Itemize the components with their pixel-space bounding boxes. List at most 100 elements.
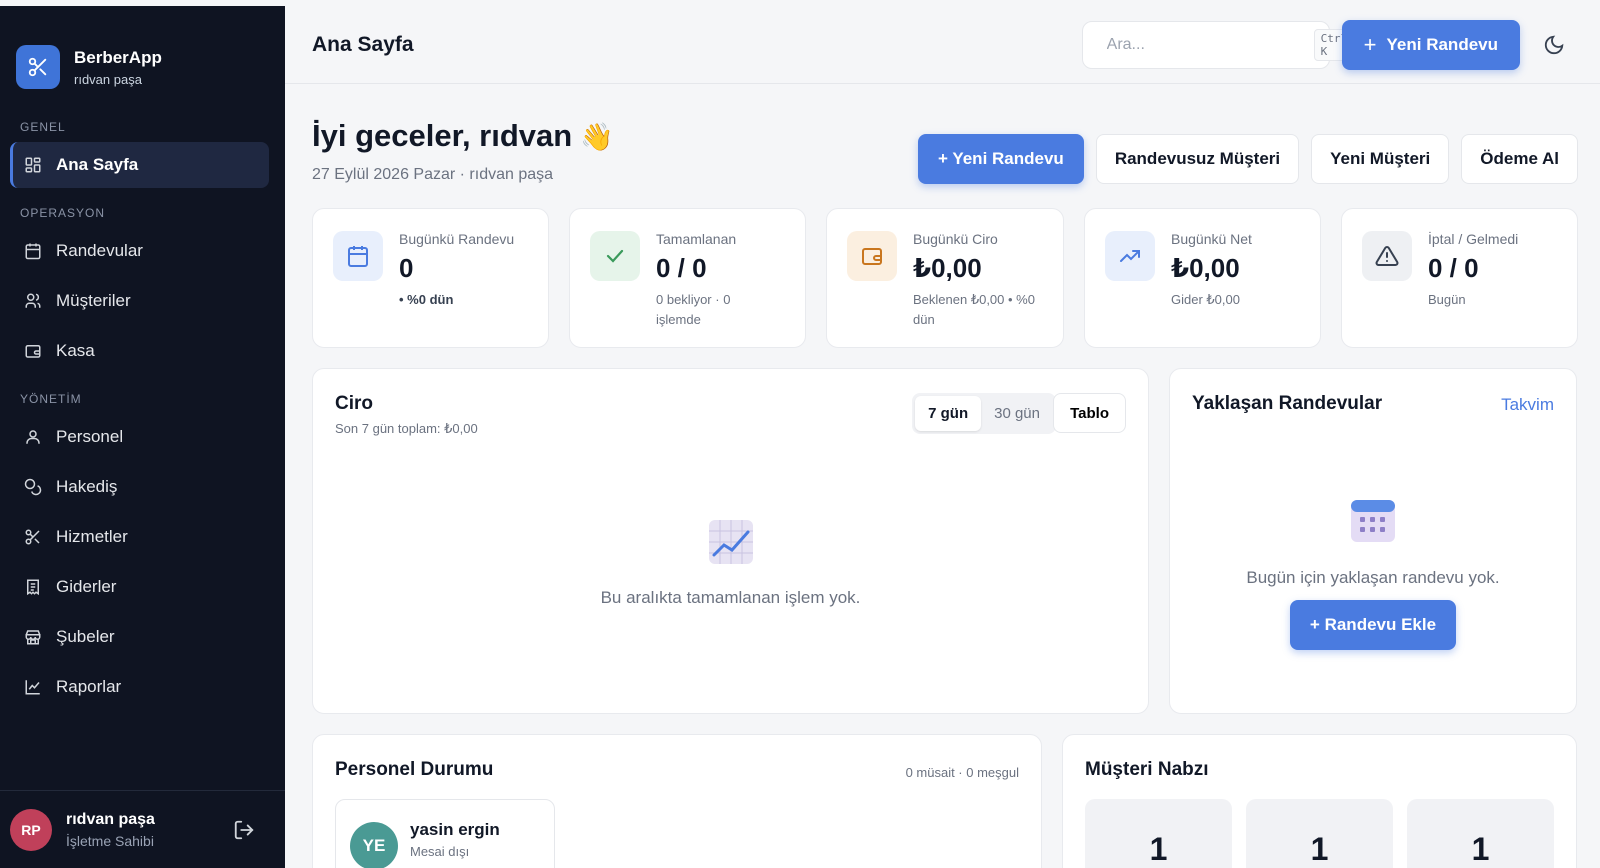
sidebar: BerberApp rıdvan paşa GENEL Ana Sayfa OP…	[0, 6, 285, 868]
sidebar-item-label: Giderler	[56, 577, 117, 596]
range-30-days-tab[interactable]: 30 gün	[981, 396, 1053, 431]
revenue-card: Ciro Son 7 gün toplam: ₺0,00 7 gün 30 gü…	[312, 368, 1149, 714]
stat-card-appointments: Bugünkü Randevu 0 • %0 dün	[312, 208, 549, 348]
customer-pulse-card: Müşteri Nabzı 1 1 1	[1062, 734, 1577, 868]
user-role: İşletme Sahibi	[66, 832, 154, 849]
sidebar-item-randevular[interactable]: Randevular	[10, 228, 269, 274]
sidebar-item-label: Hizmetler	[56, 527, 128, 546]
search-input[interactable]	[1106, 35, 1314, 54]
stat-card-revenue: Bugünkü Ciro ₺0,00 Beklenen ₺0,00 • %0 d…	[826, 208, 1064, 348]
main-content: İyi geceler, rıdvan 👋 27 Eylül 2026 Pazar…	[285, 84, 1600, 868]
scissors-logo-icon	[16, 45, 60, 89]
section-label-genel: GENEL	[20, 120, 66, 134]
section-label-operasyon: OPERASYON	[20, 206, 106, 220]
revenue-empty-text: Bu aralıkta tamamlanan işlem yok.	[600, 588, 861, 607]
avatar: YE	[350, 822, 398, 868]
users-icon	[25, 293, 41, 308]
logout-button[interactable]	[229, 815, 259, 845]
topbar: Ana Sayfa Ctrl K + Yeni Randevu	[285, 6, 1600, 84]
brand-subtitle: rıdvan paşa	[74, 71, 142, 87]
sidebar-item-label: Müşteriler	[56, 291, 131, 310]
stats-row: Bugünkü Randevu 0 • %0 dün Tamamlanan 0 …	[312, 208, 1578, 348]
calendar-icon	[25, 243, 41, 260]
user-name: rıdvan paşa	[66, 810, 155, 828]
new-appointment-button[interactable]: + Yeni Randevu	[1341, 19, 1520, 70]
logout-icon	[234, 820, 254, 839]
sidebar-item-label: Şubeler	[56, 627, 115, 646]
stat-card-completed: Tamamlanan 0 / 0 0 bekliyor · 0 işlemde	[569, 208, 806, 348]
sidebar-item-label: Hakediş	[56, 477, 118, 496]
sidebar-item-musteriler[interactable]: Müşteriler	[10, 278, 269, 324]
greeting-text: İyi geceler, rıdvan	[312, 118, 573, 153]
page-title: Ana Sayfa	[312, 32, 414, 56]
sidebar-item-label: Randevular	[56, 241, 143, 260]
pulse-title: Müşteri Nabzı	[1085, 759, 1209, 780]
stat-value: ₺0,00	[1171, 253, 1240, 283]
stat-sub: Gider ₺0,00	[1171, 292, 1240, 307]
stat-sub: Bugün	[1428, 292, 1466, 307]
check-icon	[590, 231, 640, 281]
upcoming-title: Yaklaşan Randevular	[1192, 393, 1383, 414]
staff-member[interactable]: YE yasin ergin Mesai dışı	[335, 799, 555, 868]
section-label-yonetim: YÖNETİM	[20, 392, 82, 406]
search-box[interactable]: Ctrl K	[1081, 20, 1355, 69]
sidebar-item-label: Personel	[56, 427, 124, 446]
walk-in-customer-button[interactable]: Randevusuz Müşteri	[1095, 134, 1300, 184]
plus-icon: +	[1363, 31, 1377, 57]
moon-icon	[1544, 35, 1564, 54]
wave-emoji-icon: 👋	[580, 122, 614, 152]
pulse-value: 1	[1246, 799, 1393, 868]
staff-status: Mesai dışı	[410, 844, 470, 859]
stat-label: Bugünkü Ciro	[913, 231, 998, 247]
staff-name: yasin ergin	[410, 820, 500, 839]
sidebar-item-hizmetler[interactable]: Hizmetler	[10, 514, 269, 560]
theme-toggle-button[interactable]	[1534, 25, 1574, 65]
stat-card-cancelled: İptal / Gelmedi 0 / 0 Bugün	[1341, 208, 1578, 348]
sidebar-item-subeler[interactable]: Şubeler	[10, 614, 269, 660]
upcoming-empty-text: Bugün için yaklaşan randevu yok.	[1246, 568, 1500, 587]
sidebar-item-label: Kasa	[56, 341, 95, 360]
greeting-subtitle: 27 Eylül 2026 Pazar · rıdvan paşa	[312, 166, 554, 183]
stat-sub: Beklenen ₺0,00 • %0 dün	[913, 292, 1035, 327]
brand-name: BerberApp	[74, 47, 162, 67]
take-payment-button[interactable]: Ödeme Al	[1461, 134, 1578, 184]
sidebar-item-hakedis[interactable]: Hakediş	[10, 464, 269, 510]
pulse-value: 1	[1407, 799, 1554, 868]
stat-value: ₺0,00	[913, 253, 982, 283]
store-icon	[25, 630, 41, 645]
staff-availability: 0 müsait · 0 meşgul	[905, 765, 1019, 780]
stat-card-net: Bugünkü Net ₺0,00 Gider ₺0,00	[1084, 208, 1321, 348]
scissors-icon	[25, 529, 40, 545]
stat-value: 0	[399, 253, 414, 283]
user-profile: RP rıdvan paşa İşletme Sahibi	[0, 790, 285, 868]
chart-line-icon	[25, 680, 40, 695]
grid-icon	[25, 157, 41, 173]
new-customer-button[interactable]: Yeni Müşteri	[1311, 134, 1450, 184]
brand[interactable]: BerberApp rıdvan paşa	[0, 6, 285, 106]
upcoming-empty-state: Bugün için yaklaşan randevu yok. + Rande…	[1170, 497, 1576, 650]
new-appointment-label: Yeni Randevu	[1386, 34, 1498, 54]
range-toggle: 7 gün 30 gün	[912, 393, 1056, 434]
trending-up-icon	[1105, 231, 1155, 281]
calendar-link[interactable]: Takvim	[1501, 395, 1554, 415]
sidebar-item-giderler[interactable]: Giderler	[10, 564, 269, 610]
stat-value: 0 / 0	[656, 253, 707, 283]
sidebar-item-ana-sayfa[interactable]: Ana Sayfa	[10, 142, 269, 188]
range-7-days-tab[interactable]: 7 gün	[915, 396, 982, 431]
avatar[interactable]: RP	[10, 808, 52, 851]
sidebar-item-raporlar[interactable]: Raporlar	[10, 664, 269, 710]
user-icon	[26, 430, 40, 444]
sidebar-item-label: Raporlar	[56, 677, 122, 696]
calendar-icon	[333, 231, 383, 281]
wallet-icon	[847, 231, 897, 281]
table-view-button[interactable]: Tablo	[1053, 393, 1126, 433]
wallet-icon	[25, 345, 41, 358]
quick-new-appointment-button[interactable]: + Yeni Randevu	[917, 134, 1084, 184]
add-appointment-button[interactable]: + Randevu Ekle	[1289, 600, 1457, 650]
pulse-value: 1	[1085, 799, 1232, 868]
stat-value: 0 / 0	[1428, 253, 1479, 283]
sidebar-item-personel[interactable]: Personel	[10, 414, 269, 460]
greeting-heading: İyi geceler, rıdvan 👋	[312, 118, 614, 154]
stat-label: Bugünkü Net	[1171, 231, 1252, 247]
sidebar-item-kasa[interactable]: Kasa	[10, 328, 269, 374]
